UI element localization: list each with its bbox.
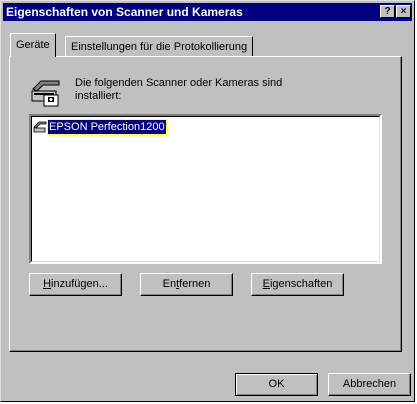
info-line-2: installiert: [75,90,122,102]
scanner-device-icon [33,120,47,133]
title-bar[interactable]: Eigenschaften von Scanner und Kameras ? … [3,3,412,21]
add-button[interactable]: Hinzufügen... [29,273,122,296]
list-item-label: EPSON Perfection1200 [47,119,167,135]
properties-button[interactable]: Eigenschaften [251,273,344,296]
window-title: Eigenschaften von Scanner und Kameras [6,5,243,19]
tab-protokollierung-label: Einstellungen für die Protokollierung [71,41,248,53]
ok-button[interactable]: OK [235,373,318,396]
tab-geraete-label: Geräte [16,39,50,51]
info-text: Die folgenden Scanner oder Kameras sind … [75,77,325,103]
device-list[interactable]: EPSON Perfection1200 [29,114,382,264]
close-button[interactable]: × [396,5,411,18]
info-line-1: Die folgenden Scanner oder Kameras sind [75,77,283,89]
remove-button[interactable]: Entfernen [140,273,233,296]
tab-protokollierung[interactable]: Einstellungen für die Protokollierung [65,36,254,56]
device-list-frame: EPSON Perfection1200 [31,116,380,262]
cancel-button[interactable]: Abbrechen [328,373,411,396]
help-button[interactable]: ? [380,5,395,18]
tab-geraete[interactable]: Geräte [10,33,56,57]
scanner-camera-icon [29,77,63,107]
